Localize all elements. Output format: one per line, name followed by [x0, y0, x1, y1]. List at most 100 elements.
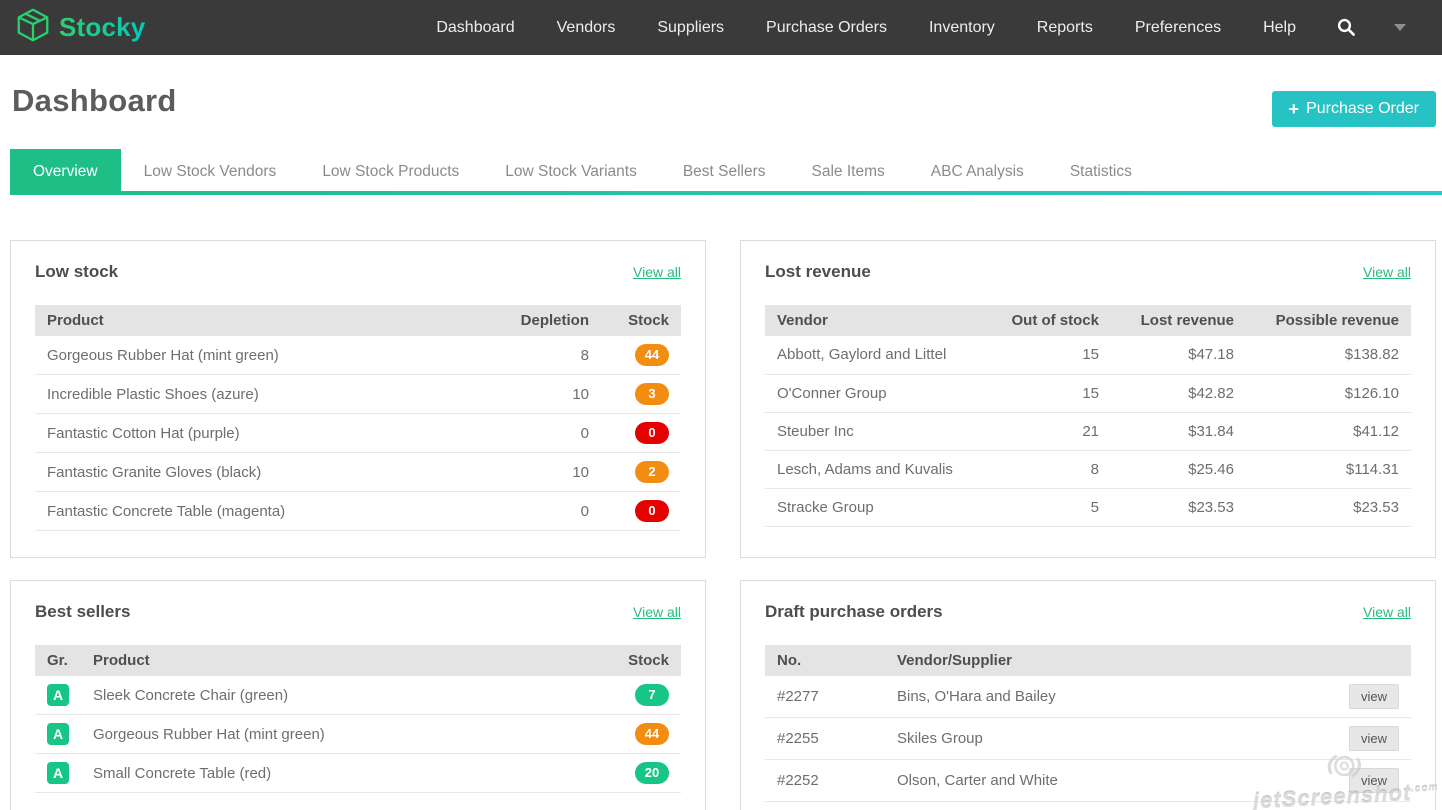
tab-statistics[interactable]: Statistics — [1047, 149, 1155, 195]
brand-name: Stocky — [59, 12, 145, 43]
stock-badge: 44 — [635, 344, 669, 366]
depletion-value: 0 — [486, 492, 601, 531]
dashboard-tabs: Overview Low Stock Vendors Low Stock Pro… — [10, 149, 1442, 195]
grade-badge: A — [47, 723, 69, 745]
column-header-product: Product — [35, 305, 486, 336]
table-row: A Small Concrete Table (red) 20 — [35, 754, 681, 793]
vendor-name: Lesch, Adams and Kuvalis — [765, 450, 986, 488]
table-row: Fantastic Cotton Hat (purple) 0 0 — [35, 414, 681, 453]
out-of-stock-value: 8 — [986, 450, 1111, 488]
lost-revenue-card: Lost revenue View all Vendor Out of stoc… — [740, 240, 1436, 558]
draft-purchase-orders-view-all-link[interactable]: View all — [1363, 604, 1411, 620]
best-sellers-view-all-link[interactable]: View all — [633, 604, 681, 620]
lost-revenue-value: $31.84 — [1111, 412, 1246, 450]
table-row: A Gorgeous Rubber Hat (mint green) 44 — [35, 715, 681, 754]
vendor-name: Stracke Group — [765, 488, 986, 526]
table-row: Abbott, Gaylord and Littel 15 $47.18 $13… — [765, 336, 1411, 374]
nav-item-vendors[interactable]: Vendors — [536, 0, 637, 55]
stocky-cube-icon — [14, 4, 52, 51]
stocky-logo[interactable]: Stocky — [14, 4, 145, 51]
depletion-value: 10 — [486, 453, 601, 492]
column-header-possible-revenue: Possible revenue — [1246, 305, 1411, 336]
stock-badge: 20 — [635, 762, 669, 784]
draft-purchase-orders-table: No. Vendor/Supplier #2277 Bins, O'Hara a… — [765, 645, 1411, 802]
nav-item-dashboard[interactable]: Dashboard — [415, 0, 535, 55]
tab-low-stock-variants[interactable]: Low Stock Variants — [482, 149, 660, 195]
vendor-name: Olson, Carter and White — [885, 760, 1331, 802]
draft-purchase-orders-title: Draft purchase orders — [765, 602, 943, 622]
depletion-value: 10 — [486, 375, 601, 414]
column-header-lost-revenue: Lost revenue — [1111, 305, 1246, 336]
table-row: Fantastic Concrete Table (magenta) 0 0 — [35, 492, 681, 531]
out-of-stock-value: 5 — [986, 488, 1111, 526]
new-purchase-order-button[interactable]: + Purchase Order — [1272, 91, 1436, 127]
lost-revenue-value: $42.82 — [1111, 374, 1246, 412]
lost-revenue-value: $23.53 — [1111, 488, 1246, 526]
lost-revenue-table: Vendor Out of stock Lost revenue Possibl… — [765, 305, 1411, 527]
out-of-stock-value: 15 — [986, 374, 1111, 412]
low-stock-table: Product Depletion Stock Gorgeous Rubber … — [35, 305, 681, 531]
product-name: Gorgeous Rubber Hat (mint green) — [35, 336, 486, 375]
nav-item-reports[interactable]: Reports — [1016, 0, 1114, 55]
column-header-product: Product — [81, 645, 601, 676]
grade-badge: A — [47, 684, 69, 706]
depletion-value: 8 — [486, 336, 601, 375]
stock-badge: 3 — [635, 383, 669, 405]
nav-item-inventory[interactable]: Inventory — [908, 0, 1016, 55]
vendor-name: Abbott, Gaylord and Littel — [765, 336, 986, 374]
vendor-name: Skiles Group — [885, 718, 1331, 760]
lost-revenue-view-all-link[interactable]: View all — [1363, 264, 1411, 280]
nav-item-preferences[interactable]: Preferences — [1114, 0, 1242, 55]
product-name: Fantastic Concrete Table (magenta) — [35, 492, 486, 531]
page-header: Dashboard + Purchase Order — [0, 55, 1442, 127]
po-number: #2277 — [765, 676, 885, 718]
purchase-order-button-label: Purchase Order — [1306, 100, 1419, 118]
nav-item-help[interactable]: Help — [1242, 0, 1317, 55]
tab-best-sellers[interactable]: Best Sellers — [660, 149, 789, 195]
stock-badge: 44 — [635, 723, 669, 745]
tab-abc-analysis[interactable]: ABC Analysis — [908, 149, 1047, 195]
column-header-depletion: Depletion — [486, 305, 601, 336]
stock-badge: 0 — [635, 422, 669, 444]
table-row: Incredible Plastic Shoes (azure) 10 3 — [35, 375, 681, 414]
tab-low-stock-vendors[interactable]: Low Stock Vendors — [121, 149, 300, 195]
table-row: A Sleek Concrete Chair (green) 7 — [35, 676, 681, 715]
stock-badge: 7 — [635, 684, 669, 706]
tab-overview[interactable]: Overview — [10, 149, 121, 195]
column-header-vendor: Vendor — [765, 305, 986, 336]
product-name: Gorgeous Rubber Hat (mint green) — [81, 715, 601, 754]
vendor-name: Bins, O'Hara and Bailey — [885, 676, 1331, 718]
best-sellers-title: Best sellers — [35, 602, 130, 622]
view-button[interactable]: view — [1349, 768, 1399, 793]
possible-revenue-value: $41.12 — [1246, 412, 1411, 450]
account-caret-down-icon[interactable] — [1394, 24, 1406, 31]
table-row: #2277 Bins, O'Hara and Bailey view — [765, 676, 1411, 718]
dashboard-cards: Low stock View all Product Depletion Sto… — [10, 240, 1442, 810]
lost-revenue-title: Lost revenue — [765, 262, 871, 282]
draft-purchase-orders-card: Draft purchase orders View all No. Vendo… — [740, 580, 1436, 810]
best-sellers-table: Gr. Product Stock A Sleek Concrete Chair… — [35, 645, 681, 793]
top-nav-bar: Stocky Dashboard Vendors Suppliers Purch… — [0, 0, 1442, 55]
product-name: Fantastic Granite Gloves (black) — [35, 453, 486, 492]
view-button[interactable]: view — [1349, 684, 1399, 709]
product-name: Small Concrete Table (red) — [81, 754, 601, 793]
stock-badge: 0 — [635, 500, 669, 522]
table-row: Gorgeous Rubber Hat (mint green) 8 44 — [35, 336, 681, 375]
column-header-no: No. — [765, 645, 885, 676]
low-stock-view-all-link[interactable]: View all — [633, 264, 681, 280]
nav-item-purchase-orders[interactable]: Purchase Orders — [745, 0, 908, 55]
tab-low-stock-products[interactable]: Low Stock Products — [299, 149, 482, 195]
search-icon[interactable] — [1317, 18, 1376, 37]
out-of-stock-value: 21 — [986, 412, 1111, 450]
plus-icon: + — [1289, 101, 1300, 117]
nav-item-suppliers[interactable]: Suppliers — [636, 0, 745, 55]
vendor-name: O'Conner Group — [765, 374, 986, 412]
low-stock-card: Low stock View all Product Depletion Sto… — [10, 240, 706, 558]
column-header-grade: Gr. — [35, 645, 81, 676]
table-row: Stracke Group 5 $23.53 $23.53 — [765, 488, 1411, 526]
lost-revenue-value: $25.46 — [1111, 450, 1246, 488]
product-name: Incredible Plastic Shoes (azure) — [35, 375, 486, 414]
possible-revenue-value: $126.10 — [1246, 374, 1411, 412]
view-button[interactable]: view — [1349, 726, 1399, 751]
tab-sale-items[interactable]: Sale Items — [789, 149, 908, 195]
